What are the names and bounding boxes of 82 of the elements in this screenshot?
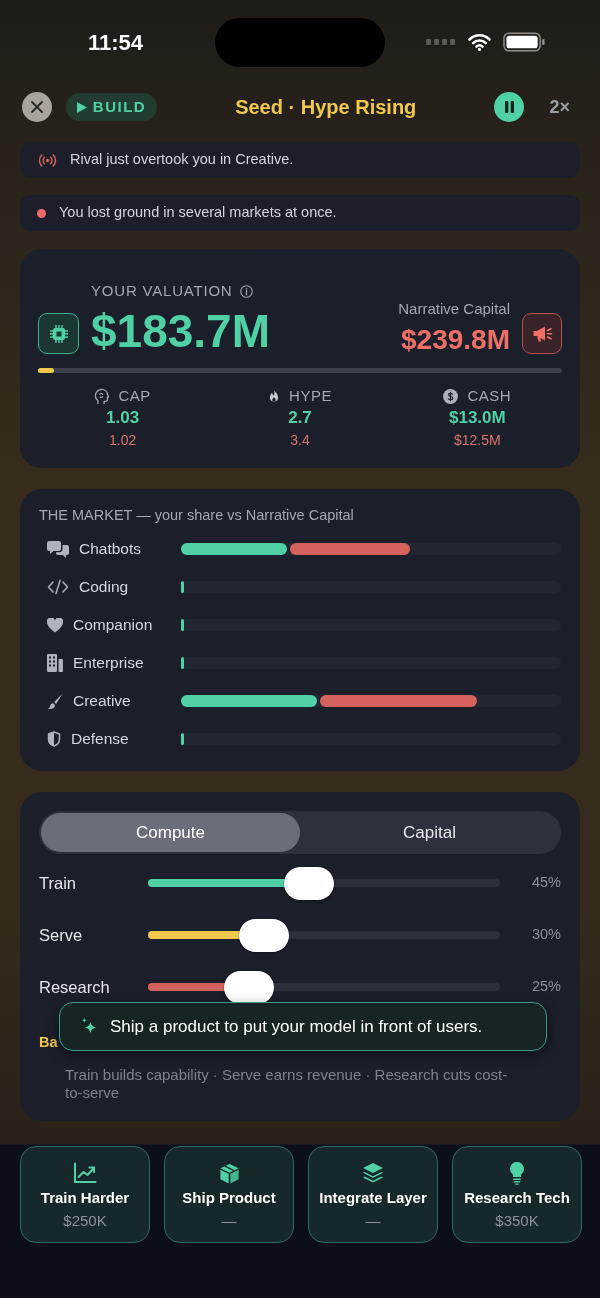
rival-name: Narrative Capital <box>398 300 510 318</box>
slider[interactable] <box>148 970 500 1004</box>
broadcast-icon <box>38 153 57 167</box>
market-label: Coding <box>79 577 129 598</box>
stat-rival-value: $12.5M <box>453 431 501 449</box>
slider-reading: 30% <box>531 925 561 945</box>
action-button[interactable]: Research Tech $350K <box>452 1146 582 1243</box>
chart-up-icon <box>73 1162 97 1184</box>
speed-button[interactable]: 2× <box>549 93 570 121</box>
play-icon <box>76 101 87 113</box>
slider-reading: 25% <box>531 977 561 997</box>
status-dot-icon <box>37 208 46 218</box>
screen-title: Seed · Hype Rising <box>235 95 417 120</box>
slider-label: Train <box>39 872 77 894</box>
slider-label: Research <box>39 976 111 998</box>
slider-thumb[interactable] <box>238 918 289 952</box>
market-label: Chatbots <box>79 539 142 560</box>
allocation-note: Train builds capability · Serve earns revenue · Research cuts cost-to-serve <box>65 1066 509 1102</box>
stat-value: 2.7 <box>288 407 312 429</box>
action-cost: $350K <box>495 1212 539 1230</box>
tab[interactable]: Capital <box>300 813 559 852</box>
action-title: Integrate Layer <box>319 1189 427 1207</box>
info-icon <box>239 284 253 298</box>
action-title: Research Tech <box>464 1189 570 1207</box>
market-label: Companion <box>73 615 153 636</box>
action-cost: — <box>221 1212 237 1230</box>
wifi-icon <box>467 33 492 51</box>
pause-button[interactable] <box>494 92 525 122</box>
stat-label: CAP <box>118 387 151 405</box>
stat-label: CASH <box>467 387 512 405</box>
signal-dots-icon <box>426 39 456 45</box>
chip-drawing <box>48 323 69 344</box>
slider-label: Serve <box>39 924 84 946</box>
battery-icon <box>503 32 546 52</box>
slider[interactable] <box>148 866 500 900</box>
pause-icon <box>503 101 515 113</box>
action-title: Train Harder <box>40 1189 130 1207</box>
action-cost: — <box>365 1212 381 1230</box>
action-cost: $250K <box>63 1212 107 1230</box>
action-button[interactable]: Train Harder $250K <box>20 1146 150 1243</box>
slider-thumb[interactable] <box>223 970 274 1004</box>
status-time: 11:54 <box>87 28 144 57</box>
brush-icon <box>47 693 63 709</box>
close-icon <box>31 101 43 113</box>
stat-rival-value: 3.4 <box>290 431 310 449</box>
layers-icon <box>361 1161 385 1185</box>
tab[interactable]: Compute <box>41 813 300 852</box>
action-button[interactable]: Ship Product — <box>164 1146 294 1243</box>
lightbulb-icon <box>509 1161 525 1185</box>
head-icon <box>94 387 110 405</box>
stat-value: 1.03 <box>106 407 140 429</box>
market-label: Creative <box>73 691 131 712</box>
allocation-hint: Ba <box>39 1033 58 1052</box>
close-button[interactable] <box>22 92 52 122</box>
market-label: Defense <box>71 729 129 750</box>
action-button[interactable]: Integrate Layer — <box>308 1146 438 1243</box>
stat-rival-value: 1.02 <box>109 431 137 449</box>
shield-icon <box>47 731 61 747</box>
stat-value: $13.0M <box>448 407 506 429</box>
sparkle-icon <box>81 1017 98 1036</box>
flame-icon <box>268 388 281 404</box>
rival-valuation: $239.8M <box>401 326 510 354</box>
slider-reading: 45% <box>531 873 561 893</box>
slider[interactable] <box>148 918 500 952</box>
valuation-value: $183.7M <box>91 308 270 354</box>
dollar-coin-icon <box>443 388 459 404</box>
megaphone-drawing <box>531 324 553 343</box>
stat-label: HYPE <box>289 387 332 405</box>
slider-thumb[interactable] <box>283 866 334 900</box>
chat-bubbles-icon <box>47 540 69 558</box>
tip-text: Ship a product to put your model in front of users. <box>110 1015 483 1038</box>
box-icon <box>217 1161 241 1185</box>
alert-text: You lost ground in several markets at once. <box>59 203 337 223</box>
valuation-label: YOUR VALUATION <box>91 282 233 300</box>
building-icon <box>47 654 63 672</box>
market-title: THE MARKET — your share vs Narrative Capital <box>39 506 355 524</box>
action-title: Ship Product <box>182 1189 276 1207</box>
market-label: Enterprise <box>73 653 144 674</box>
code-icon <box>47 579 69 595</box>
alert-text: Rival just overtook you in Creative. <box>70 150 294 170</box>
heart-icon <box>47 617 63 633</box>
phase-label: BUILD <box>92 96 147 117</box>
